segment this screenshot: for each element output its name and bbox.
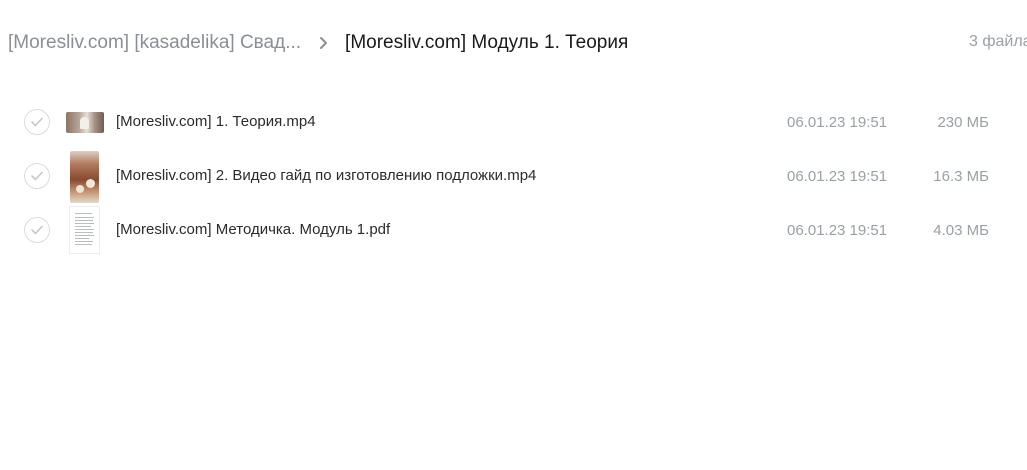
file-size: 16.3 МБ — [933, 168, 989, 185]
file-list: [Moresliv.com] 1. Теория.mp4 06.01.23 19… — [0, 96, 1027, 258]
video-thumbnail — [66, 112, 104, 133]
file-row[interactable]: [Moresliv.com] 2. Видео гайд по изготовл… — [0, 150, 1027, 204]
file-row[interactable]: [Moresliv.com] 1. Теория.mp4 06.01.23 19… — [0, 96, 1027, 150]
file-name[interactable]: [Moresliv.com] 1. Теория.mp4 — [116, 113, 316, 130]
file-date: 06.01.23 19:51 — [787, 168, 888, 185]
file-row[interactable]: [Moresliv.com] Методичка. Модуль 1.pdf 0… — [0, 204, 1027, 258]
file-name[interactable]: [Moresliv.com] 2. Видео гайд по изготовл… — [116, 167, 536, 184]
breadcrumb-parent-folder[interactable]: [Moresliv.com] [kasadelika] Свад... — [8, 32, 301, 54]
video-thumbnail — [70, 151, 99, 203]
file-count-label: 3 файла — [969, 33, 1027, 50]
file-browser-page: [Moresliv.com] [kasadelika] Свад... [Mor… — [0, 0, 1027, 470]
breadcrumb-current-folder: [Moresliv.com] Модуль 1. Теория — [345, 32, 629, 53]
breadcrumb: [Moresliv.com] [kasadelika] Свад... [Mor… — [8, 26, 1027, 60]
checkmark-icon — [31, 225, 43, 235]
file-size: 230 МБ — [937, 114, 989, 131]
checkmark-icon — [31, 171, 43, 181]
file-size: 4.03 МБ — [933, 222, 989, 239]
select-checkbox[interactable] — [24, 163, 50, 189]
file-date: 06.01.23 19:51 — [787, 114, 888, 131]
select-checkbox[interactable] — [24, 217, 50, 243]
pdf-thumbnail — [70, 207, 99, 253]
select-checkbox[interactable] — [24, 109, 50, 135]
file-name[interactable]: [Moresliv.com] Методичка. Модуль 1.pdf — [116, 221, 390, 238]
chevron-right-icon — [313, 36, 335, 50]
checkmark-icon — [31, 117, 43, 127]
file-date: 06.01.23 19:51 — [787, 222, 888, 239]
